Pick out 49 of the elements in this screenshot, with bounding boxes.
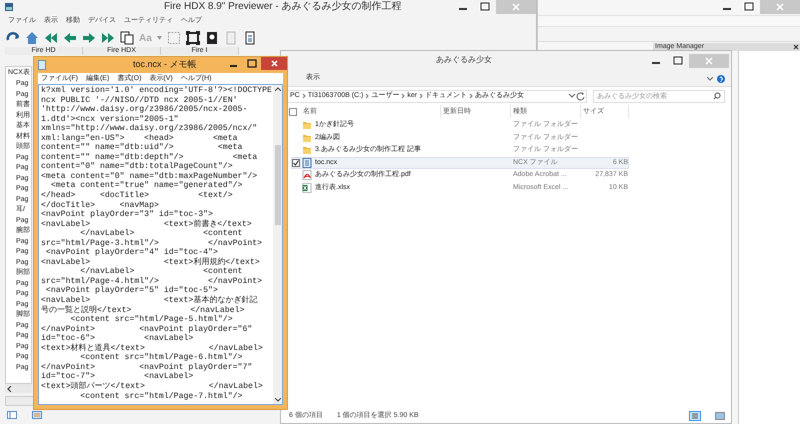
pdf-file-icon — [302, 170, 312, 180]
folder-icon — [302, 145, 312, 156]
close-icon[interactable] — [793, 44, 799, 50]
close-icon — [776, 3, 784, 11]
single-page-icon[interactable] — [7, 411, 17, 419]
scrollbar[interactable] — [5, 384, 32, 393]
close-button[interactable] — [261, 57, 287, 70]
chevron-icon — [467, 93, 476, 99]
scrollbar[interactable] — [273, 85, 282, 404]
thumbnail-view-icon[interactable] — [715, 412, 725, 420]
window-title: Fire HDX 8.9" Previewer - あみぐるみ少女の制作工程 — [164, 0, 402, 14]
close-icon — [512, 3, 520, 11]
copy-icon[interactable] — [120, 31, 134, 45]
first-page-icon[interactable] — [44, 31, 58, 45]
scroll-up-icon[interactable] — [274, 87, 280, 91]
chevron-icon — [363, 93, 372, 99]
close-icon — [270, 60, 278, 67]
help-icon[interactable] — [717, 74, 725, 82]
notepad-icon — [38, 60, 46, 70]
expand-ribbon-icon[interactable] — [707, 76, 713, 80]
full-frame-icon[interactable] — [186, 31, 200, 45]
close-icon — [705, 57, 713, 65]
previous-page-icon[interactable] — [63, 31, 77, 45]
chevron-icon — [300, 93, 308, 99]
checkbox[interactable] — [289, 108, 297, 116]
portrait-icon[interactable] — [204, 31, 219, 45]
folder-icon — [302, 120, 312, 130]
scroll-down-icon[interactable] — [274, 398, 280, 402]
details-view-icon[interactable] — [689, 411, 701, 421]
scroll-left-icon[interactable] — [7, 386, 13, 392]
last-page-icon[interactable] — [101, 31, 115, 45]
folder-icon — [302, 132, 312, 143]
chevron-icon — [417, 93, 426, 99]
checkbox[interactable] — [292, 158, 300, 167]
scroll-thumb[interactable] — [274, 144, 280, 224]
search-icon[interactable] — [713, 92, 721, 100]
home-icon[interactable] — [25, 31, 39, 45]
app-icon — [4, 2, 14, 12]
window-title: toc.ncx - メモ帳 — [133, 58, 197, 71]
spread-view-icon[interactable] — [32, 411, 42, 419]
document-icon[interactable] — [242, 31, 257, 45]
next-page-icon[interactable] — [82, 31, 96, 45]
dropdown-icon[interactable] — [568, 93, 576, 99]
caret-icon[interactable] — [156, 36, 162, 40]
refresh-icon[interactable] — [576, 92, 586, 100]
window-title: あみぐるみ少女 — [436, 54, 492, 66]
chevron-icon — [399, 93, 408, 99]
document-icon — [302, 158, 312, 168]
spreadsheet-icon — [302, 182, 312, 193]
